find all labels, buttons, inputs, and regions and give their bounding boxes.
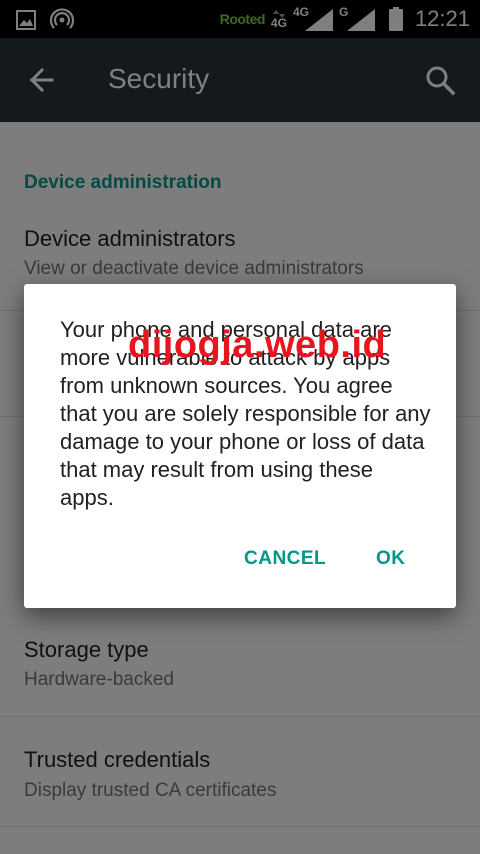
unknown-sources-dialog: Your phone and personal data are more vu… bbox=[24, 284, 456, 608]
cancel-button[interactable]: CANCEL bbox=[236, 542, 334, 576]
watermark: dijogja.web.id bbox=[128, 324, 387, 366]
ok-button[interactable]: OK bbox=[368, 542, 414, 576]
